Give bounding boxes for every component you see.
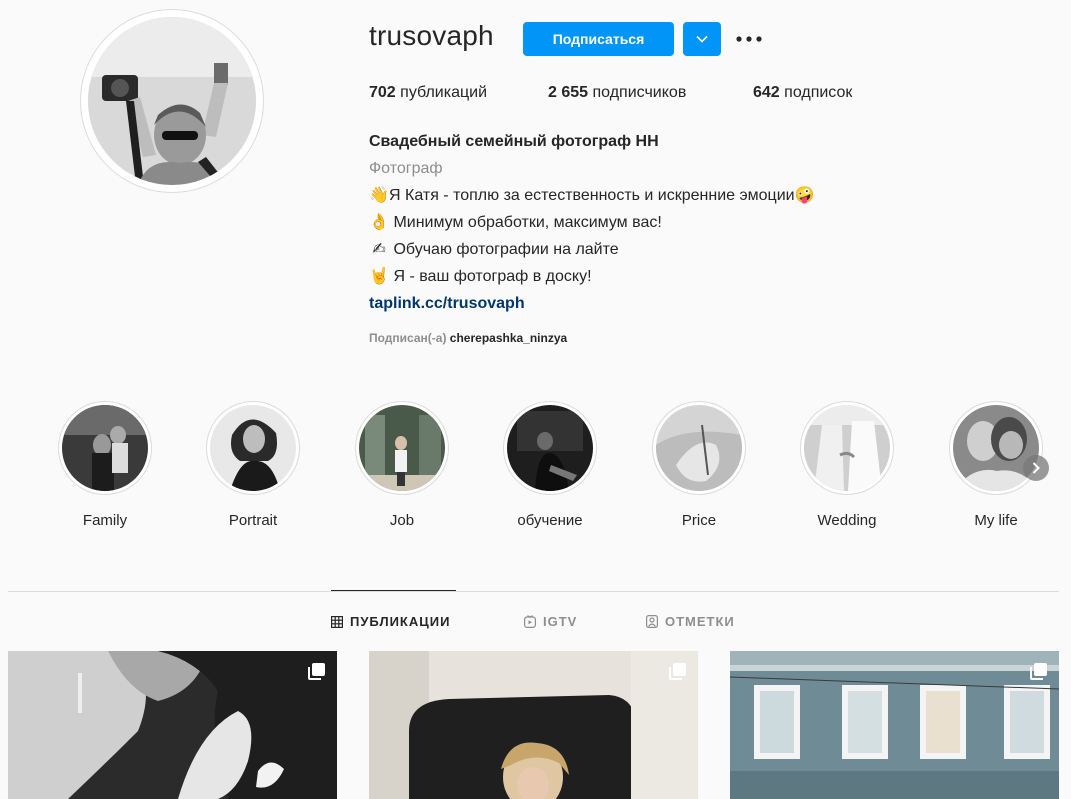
chevron-down-icon xyxy=(696,35,708,43)
tab-tagged-label: ОТМЕТКИ xyxy=(665,614,735,629)
tabs-divider xyxy=(8,591,1059,592)
post-thumbnail[interactable] xyxy=(369,651,698,799)
profile-category: Фотограф xyxy=(369,160,443,177)
post-thumbnail[interactable] xyxy=(730,651,1059,799)
highlight-job[interactable]: Job xyxy=(347,401,457,529)
tab-posts-label: ПУБЛИКАЦИИ xyxy=(350,614,451,629)
posts-count: 702 публикаций xyxy=(369,84,487,102)
tab-tagged[interactable]: ОТМЕТКИ xyxy=(646,614,735,629)
highlight-cover xyxy=(804,405,890,491)
bio-line-text: Обучаю фотографии на лайте xyxy=(389,241,619,258)
followed-by[interactable]: Подписан(-а) cherepashka_ninzya xyxy=(369,331,567,345)
following-count[interactable]: 642 подписок xyxy=(753,84,852,102)
more-options-button[interactable] xyxy=(733,26,765,52)
following-count-value: 642 xyxy=(753,84,780,101)
highlight-cover xyxy=(359,405,445,491)
highlight-label: Family xyxy=(82,512,128,529)
chevron-right-icon xyxy=(1032,462,1040,474)
followed-by-prefix: Подписан(-а) xyxy=(369,331,447,345)
highlight-ring xyxy=(503,401,597,495)
highlight-label: Portrait xyxy=(228,512,278,529)
highlight-label: обучение xyxy=(517,512,583,529)
followers-count[interactable]: 2 655 подписчиков xyxy=(548,84,686,102)
highlight-label: My life xyxy=(974,512,1018,529)
bio-line: 🤘 Я - ваш фотограф в доску! xyxy=(369,263,815,290)
more-dots-icon xyxy=(736,36,762,42)
highlight-obuchenie[interactable]: обучение xyxy=(495,401,605,529)
highlight-ring xyxy=(206,401,300,495)
posts-count-value: 702 xyxy=(369,84,396,101)
bio-line-text: Минимум обработки, максимум вас! xyxy=(389,214,662,231)
suggested-dropdown-button[interactable] xyxy=(683,22,721,56)
follow-button[interactable]: Подписаться xyxy=(523,22,674,56)
highlight-portrait[interactable]: Portrait xyxy=(198,401,308,529)
tab-posts[interactable]: ПУБЛИКАЦИИ xyxy=(331,614,450,629)
highlight-label: Wedding xyxy=(817,512,877,529)
tab-igtv-label: IGTV xyxy=(543,614,578,629)
highlight-label: Job xyxy=(389,512,415,529)
rock-hand-emoji-icon: 🤘 xyxy=(369,268,389,285)
tab-igtv[interactable]: IGTV xyxy=(524,614,577,629)
highlight-family[interactable]: Family xyxy=(50,401,160,529)
highlight-ring xyxy=(58,401,152,495)
posts-count-label: публикаций xyxy=(395,84,487,101)
profile-website-link[interactable]: taplink.cc/trusovaph xyxy=(369,290,815,317)
profile-avatar-ring[interactable] xyxy=(80,9,264,193)
following-count-label: подписок xyxy=(779,84,853,101)
grid-icon xyxy=(331,615,343,628)
highlight-cover xyxy=(656,405,742,491)
highlight-cover xyxy=(210,405,296,491)
profile-full-name: Свадебный семейный фотограф НН xyxy=(369,133,659,150)
profile-username: trusovaph xyxy=(369,20,494,51)
post-image xyxy=(8,651,337,799)
highlight-cover xyxy=(62,405,148,491)
highlight-price[interactable]: Price xyxy=(644,401,754,529)
post-image xyxy=(730,651,1059,799)
profile-bio: Свадебный семейный фотограф НН Фотограф … xyxy=(369,128,815,317)
highlight-ring xyxy=(800,401,894,495)
bio-line-text: Я Катя - топлю за естественность и искре… xyxy=(389,187,795,204)
bio-line-text: Я - ваш фотограф в доску! xyxy=(389,268,592,285)
followed-by-username[interactable]: cherepashka_ninzya xyxy=(450,331,567,345)
highlight-ring xyxy=(652,401,746,495)
ok-hand-emoji-icon: 👌 xyxy=(369,214,389,231)
followers-count-value: 2 655 xyxy=(548,84,589,101)
tab-active-indicator xyxy=(331,590,456,591)
post-image xyxy=(369,651,698,799)
highlight-wedding[interactable]: Wedding xyxy=(792,401,902,529)
avatar[interactable] xyxy=(88,17,256,185)
zany-face-emoji-icon: 🤪 xyxy=(794,187,815,204)
multiple-photos-icon xyxy=(307,661,327,686)
highlight-ring xyxy=(949,401,1043,495)
writing-hand-emoji-icon: ✍ xyxy=(372,241,386,258)
bio-line: ✍ Обучаю фотографии на лайте xyxy=(369,236,815,263)
followers-count-label: подписчиков xyxy=(588,84,687,101)
highlight-ring xyxy=(355,401,449,495)
highlight-cover xyxy=(953,405,1039,491)
bio-line: 👌 Минимум обработки, максимум вас! xyxy=(369,209,815,236)
multiple-photos-icon xyxy=(668,661,688,686)
highlight-label: Price xyxy=(681,512,717,529)
multiple-photos-icon xyxy=(1029,661,1049,686)
igtv-icon xyxy=(524,615,536,628)
wave-emoji-icon: 👋 xyxy=(369,187,389,204)
highlights-next-button[interactable] xyxy=(1023,455,1049,481)
post-thumbnail[interactable] xyxy=(8,651,337,799)
bio-line: 👋Я Катя - топлю за естественность и искр… xyxy=(369,182,815,209)
tagged-icon xyxy=(646,615,658,628)
highlight-cover xyxy=(507,405,593,491)
